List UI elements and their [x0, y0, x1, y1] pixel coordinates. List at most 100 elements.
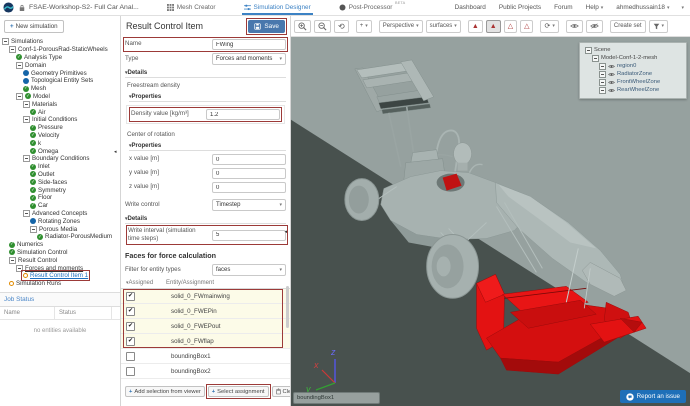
assignment-row[interactable]: boundingBox2 [121, 364, 290, 379]
panel-collapse-icon[interactable]: ◂ [285, 230, 288, 235]
tree-expander-icon[interactable] [599, 79, 606, 86]
nav-item[interactable]: Help ▾ [586, 4, 604, 11]
sidebar-collapse-icon[interactable]: ◂ [114, 150, 117, 155]
row-checkbox[interactable] [126, 322, 135, 331]
select-assignment-button[interactable]: + Select assignment [208, 386, 269, 397]
tree-expander-icon[interactable] [30, 226, 37, 233]
projection-select[interactable]: Perspective▾ [379, 20, 423, 33]
assignment-row[interactable]: solid_0_FWEPin [121, 304, 290, 319]
tree-item[interactable]: Model [0, 93, 120, 101]
tab-mesh-creator[interactable]: Mesh Creator [165, 0, 218, 15]
tree-expander-icon[interactable] [599, 87, 606, 94]
tree-item[interactable]: Porous Media [0, 225, 120, 233]
properties-section-header-2[interactable]: Properties [129, 143, 286, 151]
assignment-row[interactable]: solid_0_FWflap [121, 334, 290, 349]
project-title[interactable]: FSAE-Workshop-S2- Full Car Anal... [29, 4, 139, 11]
view-orientation-1-button[interactable]: ▲ [468, 20, 483, 33]
details-section-header[interactable]: Details [125, 70, 286, 78]
row-checkbox[interactable] [126, 307, 135, 316]
tree-item[interactable]: Outlet [0, 171, 120, 179]
name-input[interactable] [212, 39, 286, 50]
filter-button[interactable]: ▾ [649, 20, 669, 33]
tree-expander-icon[interactable] [23, 210, 30, 217]
fit-view-button[interactable]: ⟲ [334, 20, 349, 33]
eye-icon[interactable] [608, 80, 615, 85]
scene-tree-item[interactable]: RadiatorZone [583, 70, 683, 78]
y-input[interactable] [212, 168, 286, 179]
write-interval-input[interactable] [212, 230, 286, 241]
overflow-chevron-icon[interactable]: ▾ [681, 5, 684, 11]
entity-type-select[interactable]: faces▾ [212, 264, 286, 276]
scene-tree-item[interactable]: FrontWheelZone [583, 78, 683, 86]
tree-expander-icon[interactable] [599, 63, 606, 70]
tree-expander-icon[interactable] [16, 265, 23, 272]
tree-expander-icon[interactable] [23, 116, 30, 123]
show-entities-button[interactable] [566, 20, 583, 33]
tree-item[interactable]: Domain [0, 61, 120, 69]
type-select[interactable]: Forces and moments▾ [212, 53, 286, 65]
tree-item[interactable]: Boundary Conditions [0, 155, 120, 163]
eye-icon[interactable] [608, 72, 615, 77]
zoom-in-button[interactable] [294, 20, 311, 33]
tree-item[interactable]: Result Control Item 1 [0, 272, 120, 280]
save-button[interactable]: Save [248, 20, 285, 33]
tree-expander-icon[interactable] [23, 101, 30, 108]
tree-item[interactable]: Pressure [0, 124, 120, 132]
rotate-view-button[interactable]: ⟳▾ [540, 20, 558, 33]
tree-item[interactable]: Car [0, 202, 120, 210]
row-checkbox[interactable] [126, 367, 135, 376]
tree-item[interactable]: Inlet [0, 163, 120, 171]
job-col-name[interactable]: Name [0, 307, 55, 319]
tree-item[interactable]: Radiator-PorousMedium [0, 233, 120, 241]
tree-item[interactable]: Forces and moments [0, 264, 120, 272]
clear-button[interactable]: Clear [272, 386, 290, 397]
job-status-title[interactable]: Job Status [0, 293, 120, 307]
tree-item[interactable]: Initial Conditions [0, 116, 120, 124]
tree-expander-icon[interactable] [2, 38, 9, 45]
tree-expander-icon[interactable] [9, 46, 16, 53]
zoom-out-button[interactable] [314, 20, 331, 33]
render-mode-select[interactable]: surfaces▾ [426, 20, 461, 33]
row-checkbox[interactable] [126, 352, 135, 361]
tree-item[interactable]: Floor [0, 194, 120, 202]
tree-item[interactable]: Result Control [0, 256, 120, 264]
eye-icon[interactable] [608, 64, 615, 69]
tree-item[interactable]: Numerics [0, 241, 120, 249]
eye-icon[interactable] [608, 88, 615, 93]
assignment-row[interactable]: solid_0_FWEPout [121, 319, 290, 334]
scene-tree-item[interactable]: RearWheelZone [583, 86, 683, 94]
tree-item[interactable]: Simulation Control [0, 249, 120, 257]
properties-section-header[interactable]: Properties [129, 94, 286, 102]
nav-item[interactable]: Forum [554, 4, 572, 11]
tree-expander-icon[interactable] [585, 47, 592, 54]
add-geometry-primitive-button[interactable]: +▾ [356, 20, 372, 33]
nav-item[interactable]: Dashboard [455, 4, 486, 11]
panel-scrollbar[interactable] [286, 286, 289, 328]
tree-item[interactable]: Topological Entity Sets [0, 77, 120, 85]
job-col-status[interactable]: Status [55, 307, 112, 319]
tree-item[interactable]: Conf-1-PorousRad-StaticWheels [0, 46, 120, 54]
tree-item[interactable]: Geometry Primitives [0, 69, 120, 77]
assignment-row[interactable]: solid_0_FWmainwing [121, 289, 290, 304]
tree-item[interactable]: Rotating Zones [0, 217, 120, 225]
tree-item[interactable]: Side-faces [0, 178, 120, 186]
col-assigned[interactable]: Assigned [126, 280, 166, 286]
row-checkbox[interactable] [126, 292, 135, 301]
nav-item[interactable]: Public Projects [499, 4, 541, 11]
tree-item[interactable]: Omega [0, 147, 120, 155]
row-checkbox[interactable] [126, 337, 135, 346]
view-orientation-3-button[interactable]: △ [504, 20, 517, 33]
tree-item[interactable]: Analysis Type [0, 54, 120, 62]
tree-expander-icon[interactable] [9, 257, 16, 264]
tree-item[interactable]: Velocity [0, 132, 120, 140]
density-input[interactable] [206, 109, 280, 120]
tree-item[interactable]: Simulations [0, 38, 120, 46]
hide-entities-button[interactable] [586, 20, 603, 33]
tab-simulation-designer[interactable]: Simulation Designer [242, 0, 313, 15]
tree-item[interactable]: Materials [0, 100, 120, 108]
nav-item[interactable]: ahmedhussain18 ▾ [616, 4, 669, 11]
add-selection-button[interactable]: + Add selection from viewer [125, 386, 205, 397]
tree-expander-icon[interactable] [16, 93, 23, 100]
tree-expander-icon[interactable] [599, 71, 606, 78]
tab-post-processor[interactable]: Post-Processor BETA [337, 0, 395, 15]
